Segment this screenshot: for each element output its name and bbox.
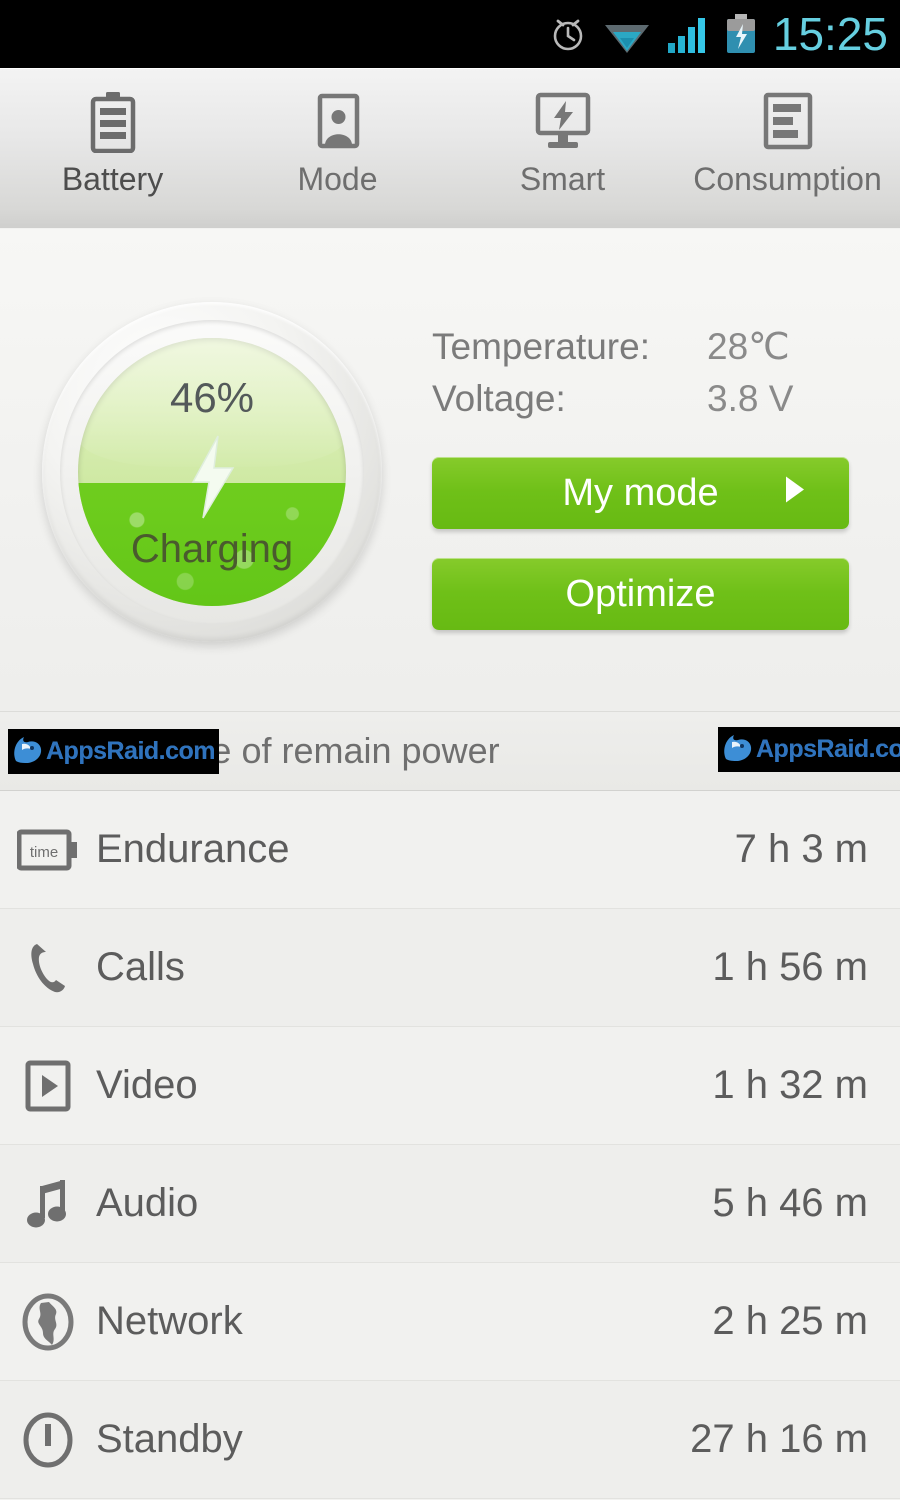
globe-icon	[0, 1293, 96, 1351]
bar-chart-document-icon	[759, 91, 817, 153]
battery-icon	[87, 91, 139, 153]
tab-mode[interactable]: Mode	[225, 69, 450, 228]
row-value: 1 h 56 m	[712, 945, 868, 989]
music-note-icon	[0, 1176, 96, 1232]
voltage-row: Voltage: 3.8 V	[432, 378, 862, 420]
table-row[interactable]: Audio 5 h 46 m	[0, 1145, 900, 1263]
app-root: 15:25 Battery Mode Smart Consumption 46%…	[0, 0, 900, 1500]
row-label: Calls	[96, 945, 185, 989]
tab-battery-label: Battery	[61, 161, 164, 197]
temperature-label: Temperature:	[432, 326, 650, 367]
section-header-label: Available time of remain power	[8, 730, 500, 771]
gauge-dial: 46% Charging	[78, 338, 346, 606]
play-arrow-right-icon	[783, 472, 807, 515]
monitor-bolt-icon	[528, 91, 598, 153]
row-label: Video	[96, 1063, 198, 1107]
lightning-bolt-icon	[185, 434, 239, 525]
voltage-label: Voltage:	[432, 378, 566, 419]
video-play-icon	[0, 1059, 96, 1113]
tab-smart-label: Smart	[519, 161, 606, 197]
row-value: 1 h 32 m	[712, 1063, 868, 1107]
row-value: 7 h 3 m	[734, 827, 868, 871]
battery-summary-panel: 46% Charging Temperature: 28℃ Voltage: 3…	[0, 229, 900, 711]
row-label: Endurance	[96, 827, 290, 871]
table-row[interactable]: Calls 1 h 56 m	[0, 909, 900, 1027]
temperature-value: 28℃	[707, 326, 790, 367]
alarm-clock-icon	[553, 19, 583, 51]
table-row[interactable]: Video 1 h 32 m	[0, 1027, 900, 1145]
row-value: 5 h 46 m	[712, 1181, 868, 1225]
optimize-button[interactable]: Optimize	[432, 558, 849, 630]
row-label: Network	[96, 1299, 243, 1343]
tab-smart[interactable]: Smart	[450, 69, 675, 228]
status-bar-icons	[548, 12, 759, 56]
table-row[interactable]: time Endurance 7 h 3 m	[0, 791, 900, 909]
table-row[interactable]: Network 2 h 25 m	[0, 1263, 900, 1381]
optimize-button-label: Optimize	[565, 572, 716, 615]
battery-charging-icon	[726, 14, 755, 53]
voltage-value: 3.8 V	[707, 378, 794, 419]
power-standby-icon	[0, 1411, 96, 1469]
row-label: Audio	[96, 1181, 199, 1225]
battery-gauge[interactable]: 46% Charging	[42, 302, 382, 642]
temperature-row: Temperature: 28℃	[432, 325, 862, 368]
portrait-person-icon	[308, 91, 368, 153]
battery-info-block: Temperature: 28℃ Voltage: 3.8 V	[432, 325, 862, 430]
tab-battery[interactable]: Battery	[0, 69, 225, 228]
gauge-status-label: Charging	[130, 527, 294, 571]
my-mode-button-label: My mode	[562, 471, 719, 514]
remaining-time-list: time Endurance 7 h 3 m Calls 1 h 56 m Vi…	[0, 791, 900, 1499]
row-value: 2 h 25 m	[712, 1299, 868, 1343]
table-row[interactable]: Standby 27 h 16 m	[0, 1381, 900, 1499]
signal-bars-icon	[667, 18, 705, 53]
battery-time-icon: time	[0, 828, 96, 872]
status-bar-clock: 15:25	[772, 8, 888, 60]
tab-bar: Battery Mode Smart Consumption	[0, 68, 900, 298]
status-bar: 15:25	[0, 0, 900, 68]
tab-mode-label: Mode	[297, 161, 378, 197]
tab-consumption[interactable]: Consumption	[675, 69, 900, 228]
tab-consumption-label: Consumption	[693, 161, 882, 197]
wifi-icon	[604, 25, 649, 53]
phone-handset-icon	[0, 940, 96, 996]
section-header: Available time of remain power	[0, 711, 900, 791]
svg-text:time: time	[30, 844, 58, 861]
my-mode-button[interactable]: My mode	[432, 457, 849, 529]
row-value: 27 h 16 m	[690, 1417, 868, 1461]
gauge-percent-label: 46%	[169, 374, 255, 421]
row-label: Standby	[96, 1417, 243, 1461]
